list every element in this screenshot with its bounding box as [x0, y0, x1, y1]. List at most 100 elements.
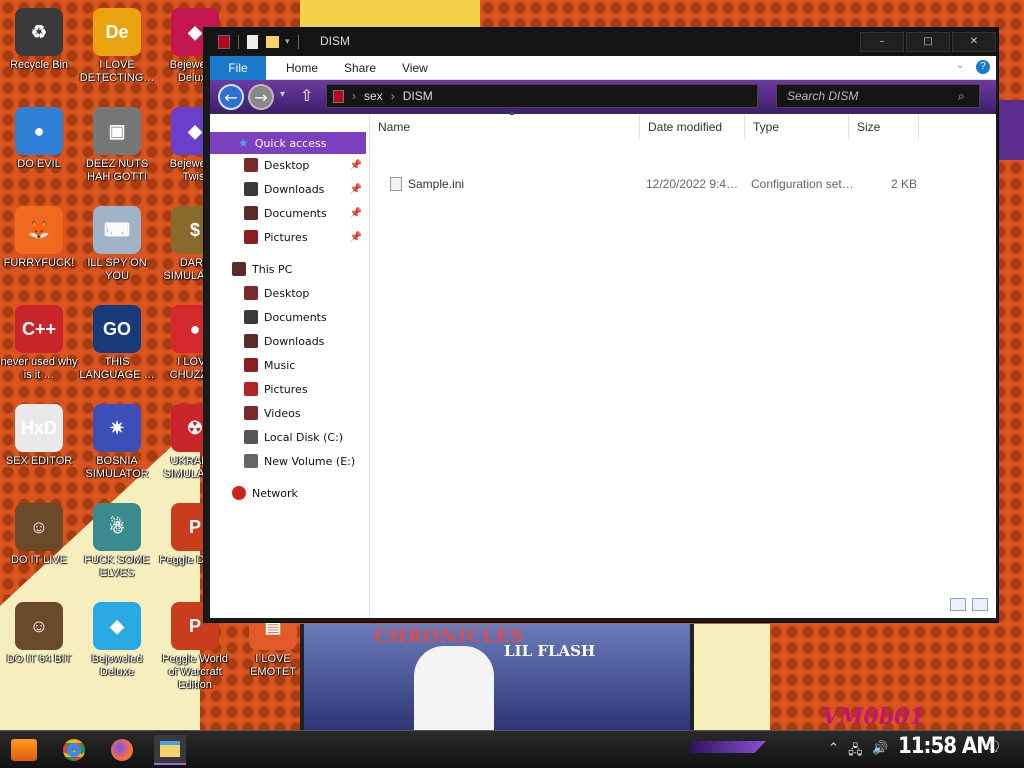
- network-icon[interactable]: 🖧: [848, 741, 863, 763]
- desktop-icon[interactable]: De I LOVE DETECTING…: [78, 8, 156, 85]
- desktop-icon[interactable]: ▣ DEEZ NUTS HAH GOTTI: [78, 107, 156, 184]
- nav-item-local-disk-c[interactable]: Local Disk (C:): [210, 426, 366, 448]
- desktop-icon-label: I LOVE DETECTING…: [79, 59, 155, 84]
- desktop-icon[interactable]: ◆ Bejeweled Deluxe: [78, 602, 156, 679]
- column-header-size[interactable]: Size: [849, 114, 919, 140]
- desktop-icon[interactable]: ☺ DO IT LIVE: [0, 503, 78, 567]
- nav-label: Documents: [264, 206, 327, 220]
- separator: [238, 35, 239, 49]
- nav-this-pc[interactable]: This PC: [210, 258, 366, 280]
- nav-item-documents[interactable]: Documents 📌: [210, 202, 366, 224]
- taskbar-firefox[interactable]: [106, 735, 138, 765]
- pin-icon[interactable]: 📌: [350, 160, 362, 171]
- app-icon[interactable]: [218, 35, 230, 49]
- nav-item-desktop[interactable]: Desktop 📌: [210, 154, 366, 176]
- folder-icon: [244, 158, 258, 172]
- pin-icon[interactable]: 📌: [350, 208, 362, 219]
- taskbar-file-explorer[interactable]: [154, 735, 186, 765]
- tab-view[interactable]: View: [388, 56, 442, 80]
- desktop-icon-label: THIS LANGUAGE …: [79, 356, 155, 381]
- tab-file[interactable]: File: [210, 56, 266, 80]
- up-icon[interactable]: ⇧: [300, 86, 313, 105]
- qa-dropdown-icon[interactable]: ▾: [285, 37, 290, 47]
- desktop-icon-label: DO IT 64 BIT: [6, 653, 72, 665]
- nav-label: Music: [264, 358, 296, 372]
- help-icon[interactable]: ?: [976, 60, 990, 74]
- pin-icon[interactable]: 📌: [350, 232, 362, 243]
- details-view-button[interactable]: [950, 598, 966, 611]
- file-row[interactable]: Sample.ini 12/20/2022 9:4… Configuration…: [370, 173, 930, 195]
- column-header-type[interactable]: Type: [745, 114, 849, 140]
- app-icon: ●: [15, 107, 63, 155]
- taskbar-chrome[interactable]: [58, 735, 90, 765]
- wallpaper-shape: [995, 100, 1024, 160]
- network-icon: [232, 486, 246, 500]
- address-field[interactable]: › sex › DISM: [326, 84, 758, 108]
- folder-icon: [160, 741, 180, 757]
- minimize-button[interactable]: –: [860, 32, 904, 52]
- app-icon: ☺: [15, 602, 63, 650]
- nav-item-downloads[interactable]: Downloads: [210, 330, 366, 352]
- show-hidden-icons-icon[interactable]: ⌃: [828, 741, 839, 756]
- folder-icon: [244, 454, 258, 468]
- maximize-button[interactable]: □: [906, 32, 950, 52]
- properties-icon[interactable]: [247, 35, 258, 49]
- desktop-icon[interactable]: ♻ Recycle Bin: [0, 8, 78, 72]
- volume-icon[interactable]: 🔊: [872, 741, 888, 756]
- back-button[interactable]: ←: [218, 84, 244, 110]
- file-date: 12/20/2022 9:4…: [646, 177, 739, 191]
- nav-item-new-volume-e[interactable]: New Volume (E:): [210, 450, 366, 472]
- desktop-icon[interactable]: ✷ BOSNIA SIMULATOR: [78, 404, 156, 481]
- tab-share[interactable]: Share: [330, 56, 390, 80]
- app-icon: ⌨: [93, 206, 141, 254]
- notifications-icon[interactable]: 🗨: [984, 739, 1002, 755]
- desktop-icon[interactable]: HxD SEX EDITOR: [0, 404, 78, 468]
- folder-icon: [244, 310, 258, 324]
- ribbon-expand-icon[interactable]: ⌄: [956, 60, 964, 71]
- nav-quick-access[interactable]: ★ Quick access: [210, 132, 366, 154]
- address-bar: ← → ▾ ⇧ › sex › DISM Search DISM ⌕: [210, 80, 996, 114]
- folder-icon: [244, 358, 258, 372]
- tab-home[interactable]: Home: [272, 56, 332, 80]
- nav-network[interactable]: Network: [210, 482, 366, 504]
- nav-item-videos[interactable]: Videos: [210, 402, 366, 424]
- nav-item-desktop[interactable]: Desktop: [210, 282, 366, 304]
- search-input[interactable]: Search DISM: [776, 84, 980, 108]
- desktop-icon[interactable]: ☃ FUCK SOME ELVES: [78, 503, 156, 580]
- file-type: Configuration set…: [751, 177, 854, 191]
- new-folder-icon[interactable]: [266, 36, 279, 48]
- nav-item-pictures[interactable]: Pictures: [210, 378, 366, 400]
- breadcrumb-dism[interactable]: DISM: [403, 89, 433, 103]
- column-header-date[interactable]: Date modified: [640, 114, 745, 140]
- app-icon: ▣: [93, 107, 141, 155]
- desktop-icon[interactable]: ⌨ ILL SPY ON YOU: [78, 206, 156, 283]
- desktop-icon[interactable]: GO THIS LANGUAGE …: [78, 305, 156, 382]
- app-icon: ☃: [93, 503, 141, 551]
- nav-item-documents[interactable]: Documents: [210, 306, 366, 328]
- nav-label: Documents: [264, 310, 327, 324]
- forward-button[interactable]: →: [248, 84, 274, 110]
- desktop-icon[interactable]: 🦊 FURRYFUCK!: [0, 206, 78, 270]
- desktop-icon[interactable]: C++ never used why is it …: [0, 305, 78, 382]
- start-button[interactable]: [8, 735, 40, 765]
- nav-item-pictures[interactable]: Pictures 📌: [210, 226, 366, 248]
- taskbar-clock[interactable]: 11:58 AM: [898, 734, 996, 759]
- wallpaper-shape: [300, 0, 480, 30]
- breadcrumb-sex[interactable]: sex: [364, 89, 383, 103]
- nav-label: Videos: [264, 406, 301, 420]
- pin-icon[interactable]: 📌: [350, 184, 362, 195]
- desktop-icon[interactable]: ☺ DO IT 64 BIT: [0, 602, 78, 666]
- breadcrumb-separator: ›: [352, 89, 356, 103]
- recent-locations-icon[interactable]: ▾: [280, 89, 285, 100]
- search-icon[interactable]: ⌕: [958, 89, 965, 104]
- nav-label: Local Disk (C:): [264, 430, 344, 444]
- large-icons-view-button[interactable]: [972, 598, 988, 611]
- taskbar-decoration: [690, 741, 766, 753]
- desktop-icon[interactable]: ● DO EVIL: [0, 107, 78, 171]
- title-bar[interactable]: ▾ DISM – □ ✕: [204, 28, 998, 56]
- column-header-name[interactable]: Name: [370, 114, 640, 140]
- nav-item-music[interactable]: Music: [210, 354, 366, 376]
- close-button[interactable]: ✕: [952, 32, 996, 52]
- desktop-icon-label: BOSNIA SIMULATOR: [85, 455, 149, 480]
- nav-item-downloads[interactable]: Downloads 📌: [210, 178, 366, 200]
